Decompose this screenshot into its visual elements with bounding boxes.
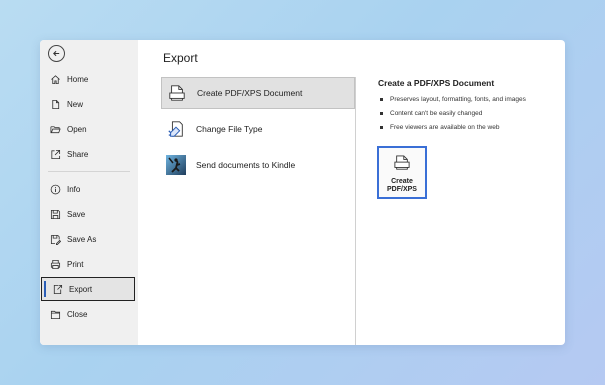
create-pdf-xps-button[interactable]: Create PDF/XPS <box>377 146 427 199</box>
sidebar-item-label: Save As <box>67 234 97 244</box>
sidebar-item-save[interactable]: Save <box>40 203 138 225</box>
backstage-sidebar: Home New Open Share Info Save Save As Pr… <box>40 40 138 345</box>
pdf-document-icon <box>393 155 411 176</box>
folder-open-icon <box>49 123 61 135</box>
sidebar-item-label: Save <box>67 209 86 219</box>
sidebar-item-label: Close <box>67 309 88 319</box>
back-button[interactable] <box>48 45 65 62</box>
bullet-item: Content can't be easily changed <box>380 106 526 120</box>
option-label: Send documents to Kindle <box>196 160 296 170</box>
sidebar-item-label: Open <box>67 124 87 134</box>
sidebar-item-share[interactable]: Share <box>40 143 138 165</box>
info-icon <box>49 183 61 195</box>
sidebar-item-new[interactable]: New <box>40 93 138 115</box>
option-change-file-type[interactable]: Change File Type <box>161 113 355 145</box>
new-document-icon <box>49 98 61 110</box>
option-label: Create PDF/XPS Document <box>197 88 303 98</box>
sidebar-divider <box>48 171 130 172</box>
bullet-item: Preserves layout, formatting, fonts, and… <box>380 92 526 106</box>
share-icon <box>49 148 61 160</box>
sidebar-item-print[interactable]: Print <box>40 253 138 275</box>
kindle-icon <box>166 155 186 175</box>
create-button-label: Create PDF/XPS <box>387 178 417 193</box>
pdf-document-icon <box>167 83 187 103</box>
sidebar-item-label: Export <box>69 284 93 294</box>
detail-bullets: Preserves layout, formatting, fonts, and… <box>380 92 526 134</box>
home-icon <box>49 73 61 85</box>
sidebar-item-save-as[interactable]: Save As <box>40 228 138 250</box>
sidebar-item-label: Home <box>67 74 89 84</box>
export-panel: Export Create PDF/XPS Document Change Fi… <box>138 40 565 345</box>
sidebar-item-label: Print <box>67 259 84 269</box>
save-icon <box>49 208 61 220</box>
sidebar-item-info[interactable]: Info <box>40 178 138 200</box>
sidebar-item-label: Info <box>67 184 81 194</box>
back-arrow-icon <box>53 50 60 57</box>
close-folder-icon <box>49 308 61 320</box>
detail-title: Create a PDF/XPS Document <box>378 78 495 88</box>
sidebar-item-label: Share <box>67 149 89 159</box>
sidebar-item-label: New <box>67 99 84 109</box>
sidebar-item-export[interactable]: Export <box>41 277 135 301</box>
option-send-to-kindle[interactable]: Send documents to Kindle <box>161 149 355 181</box>
export-window: Home New Open Share Info Save Save As Pr… <box>40 40 565 345</box>
export-icon <box>51 283 63 295</box>
bullet-item: Free viewers are available on the web <box>380 120 526 134</box>
panel-divider <box>355 77 356 345</box>
page-title: Export <box>163 51 198 65</box>
option-create-pdf-xps[interactable]: Create PDF/XPS Document <box>161 77 355 109</box>
change-file-type-icon <box>166 119 186 139</box>
sidebar-item-close[interactable]: Close <box>40 303 138 325</box>
sidebar-item-home[interactable]: Home <box>40 68 138 90</box>
option-label: Change File Type <box>196 124 263 134</box>
save-as-icon <box>49 233 61 245</box>
sidebar-item-open[interactable]: Open <box>40 118 138 140</box>
printer-icon <box>49 258 61 270</box>
